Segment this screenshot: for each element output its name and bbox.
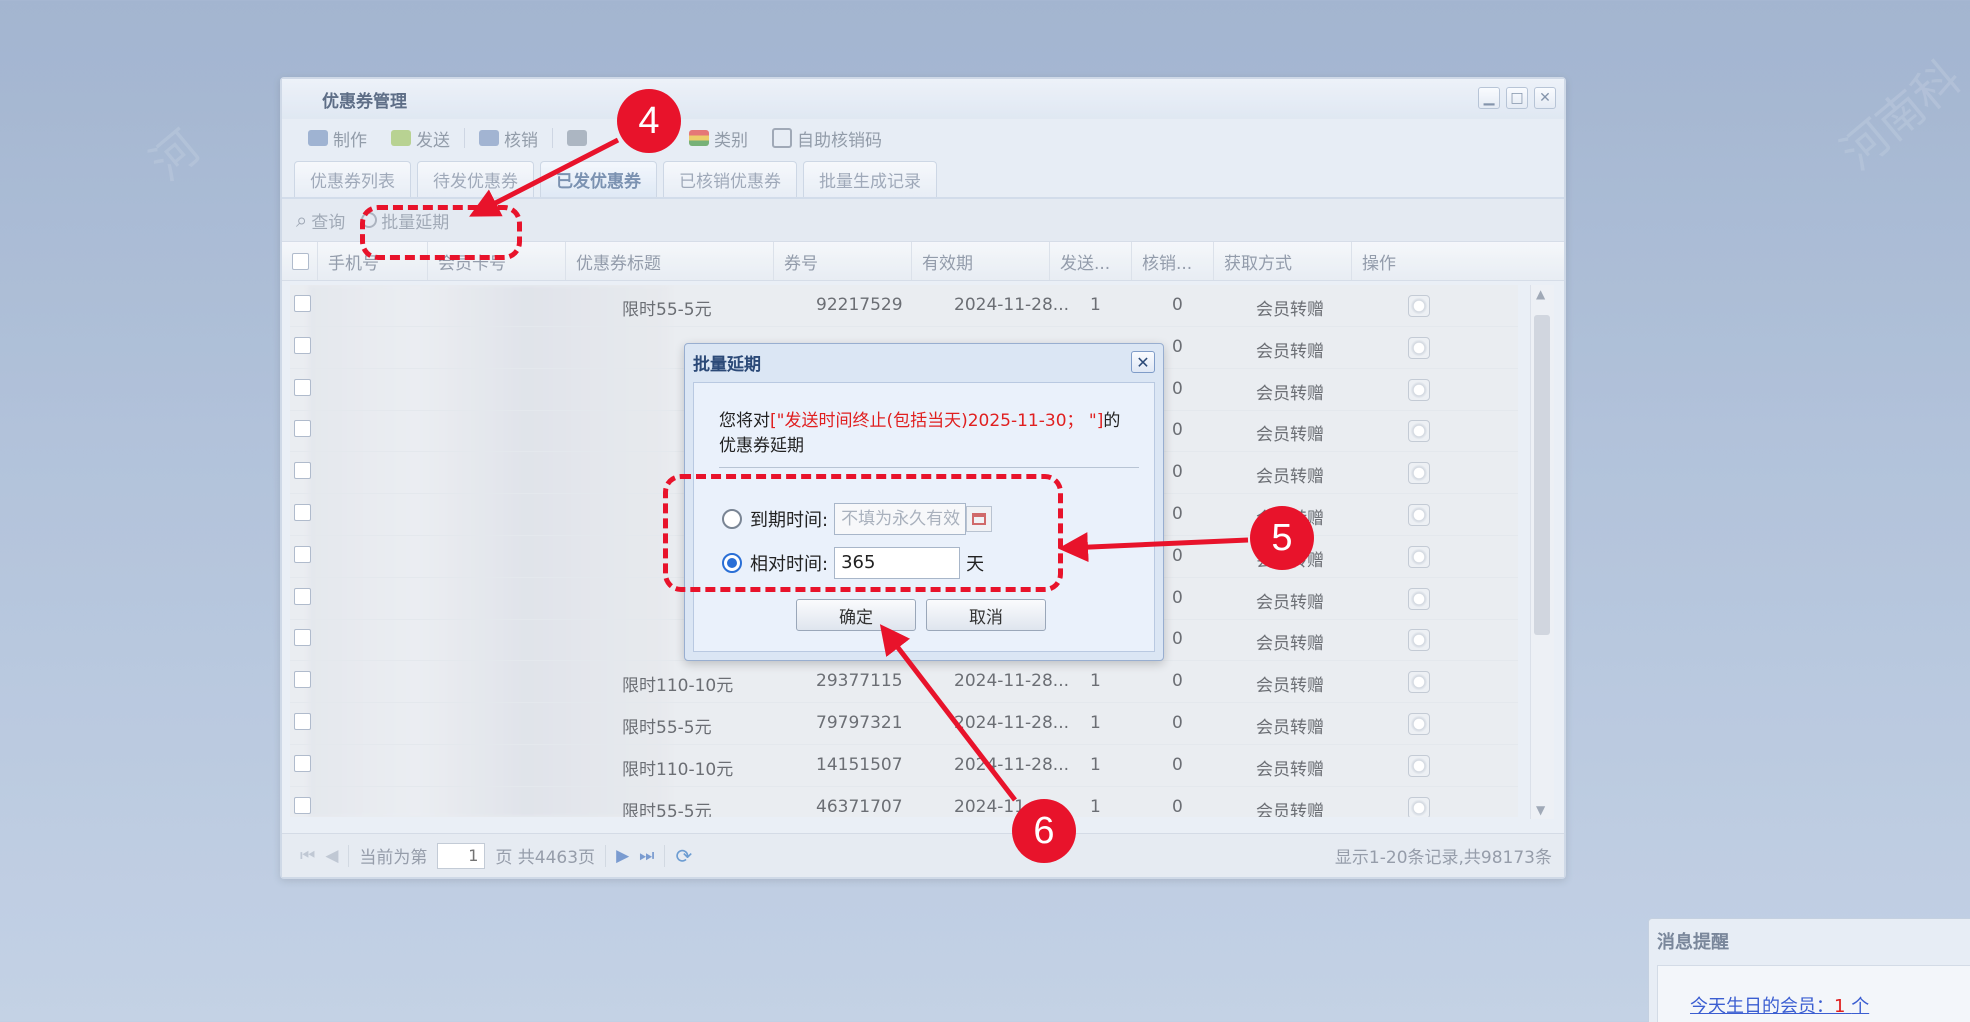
message-panel-body: 今天生日的会员：1 个 [1657, 965, 1970, 1022]
message-panel-title: 消息提醒 [1657, 932, 1729, 953]
step-badge-4: 4 [617, 89, 681, 153]
message-panel: 消息提醒 今天生日的会员：1 个 [1648, 918, 1970, 1022]
step-badge-6: 6 [1012, 799, 1076, 863]
birthday-members-link[interactable]: 今天生日的会员：1 个 [1690, 992, 1869, 1018]
step-badge-5: 5 [1250, 506, 1314, 570]
annotation-arrows [469, 137, 1249, 802]
